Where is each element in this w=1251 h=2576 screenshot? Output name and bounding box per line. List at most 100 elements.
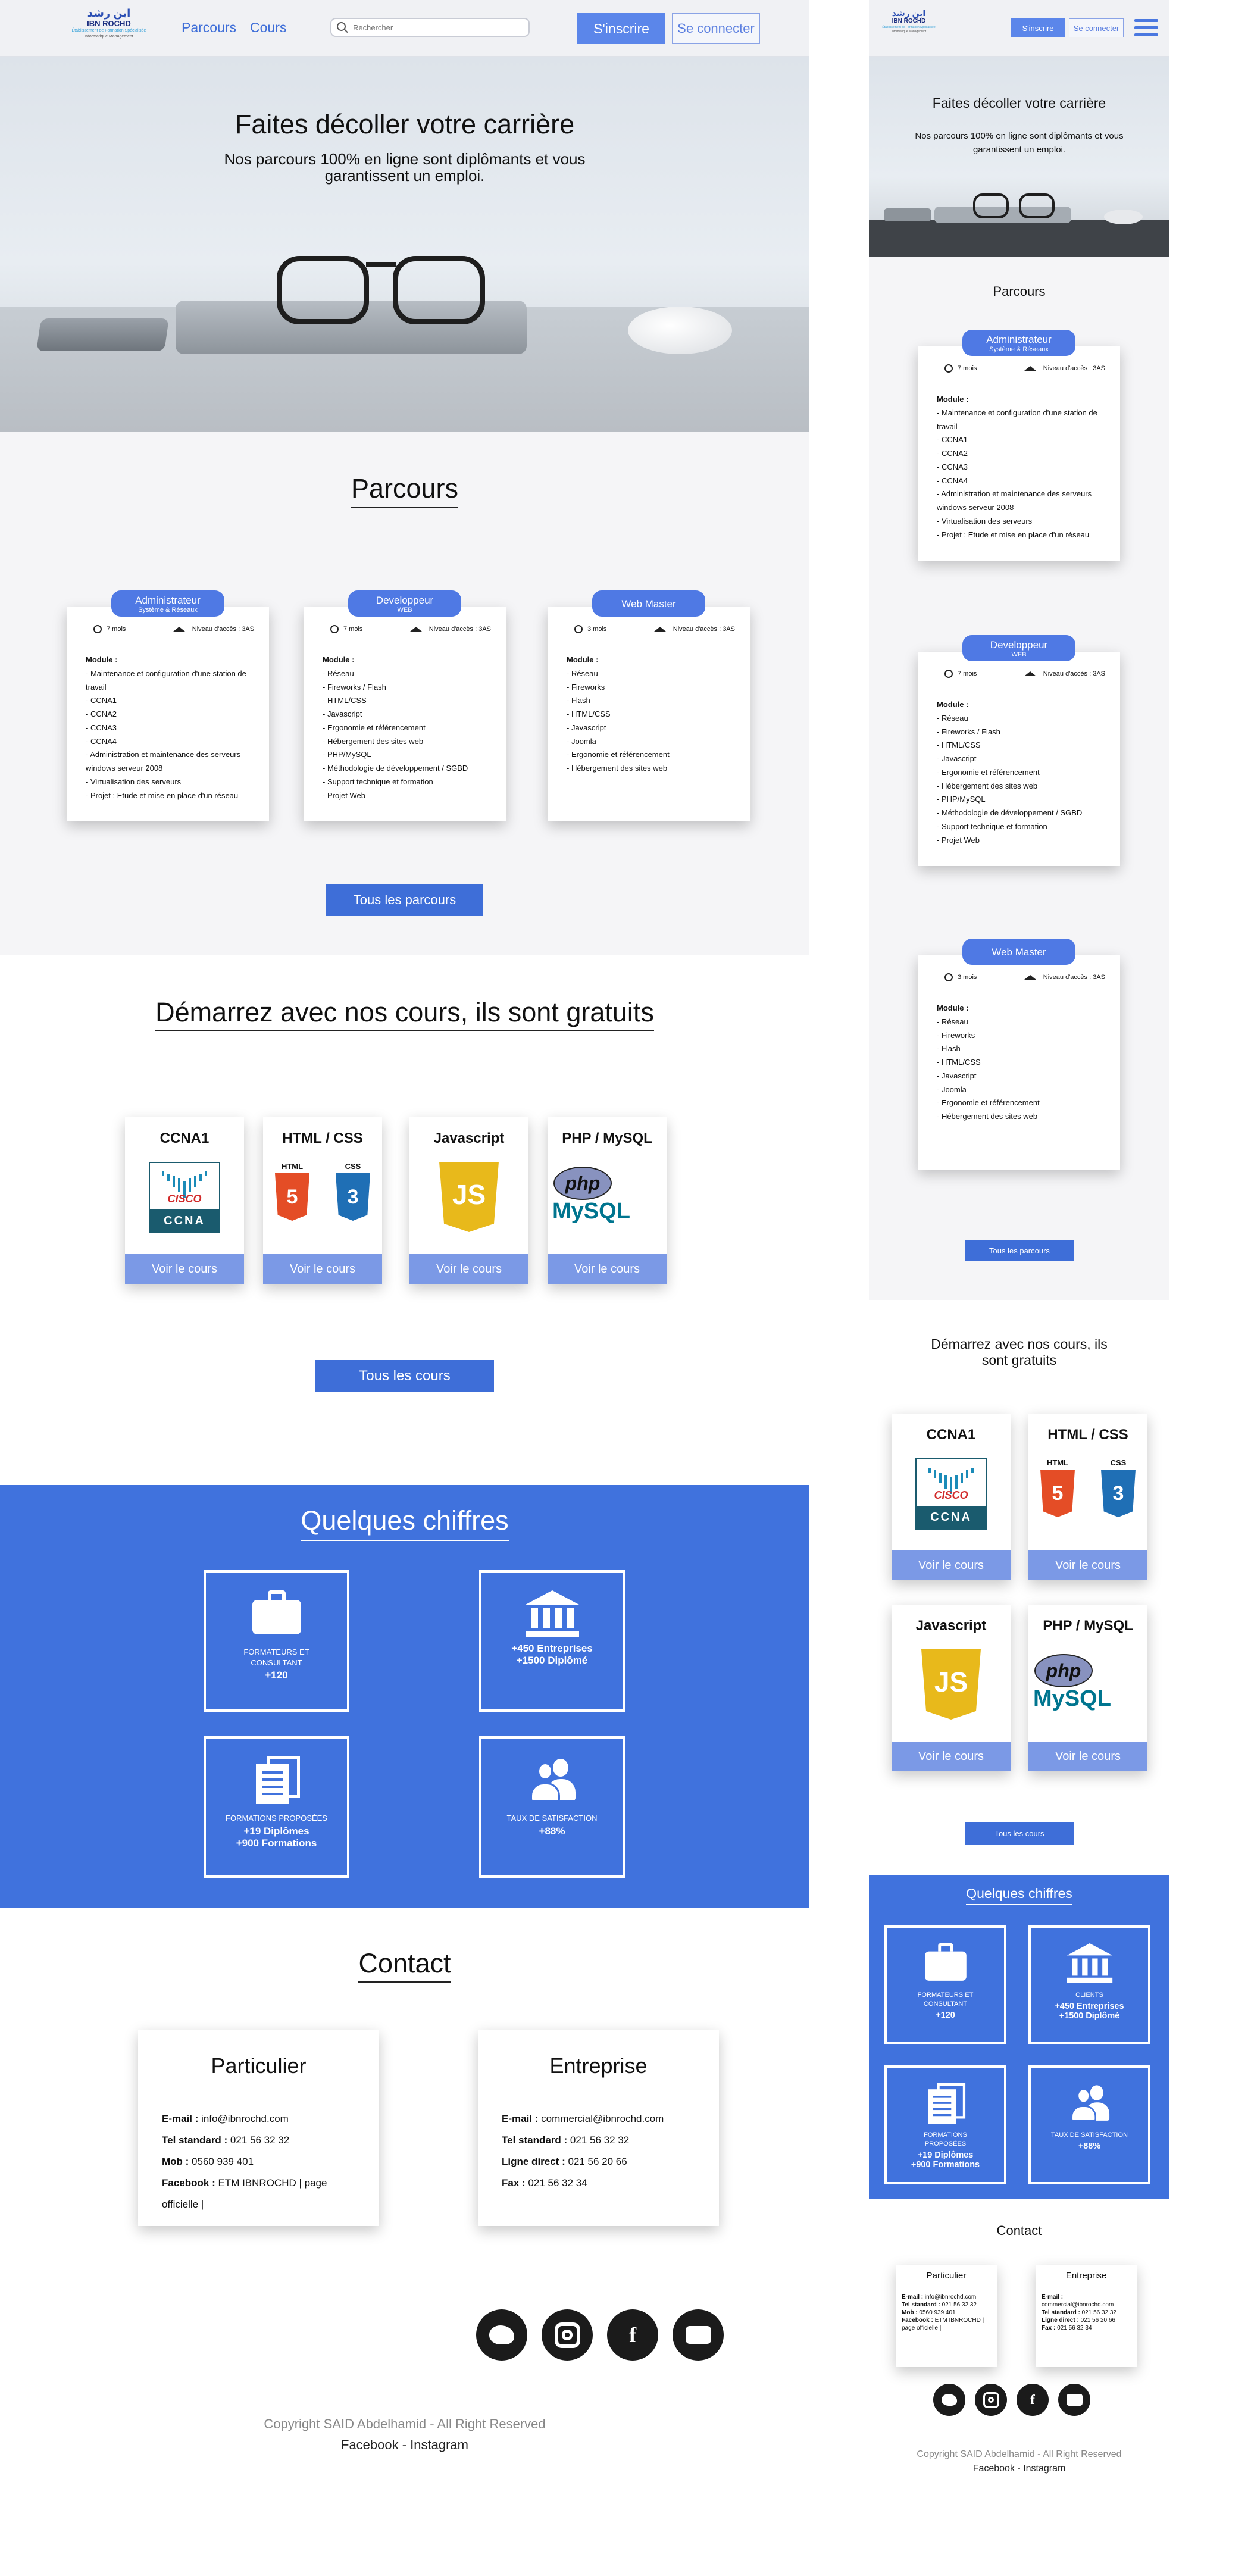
search-box[interactable]	[330, 18, 530, 37]
m-all-cours-button[interactable]: Tous les cours	[965, 1822, 1074, 1845]
m-course-card[interactable]: CCNA1 CISCO CCNA Voir le cours	[892, 1414, 1011, 1580]
html5-icon: HTML 5	[1039, 1458, 1076, 1530]
briefcase-body	[252, 1600, 301, 1634]
m-view-course-button[interactable]: Voir le cours	[1028, 1550, 1147, 1580]
m-footer-links[interactable]: Facebook - Instagram	[869, 2464, 1169, 2474]
m-contact-value[interactable]: 0560 939 401	[918, 2309, 955, 2316]
view-course-button[interactable]: Voir le cours	[409, 1254, 528, 1284]
documents-icon	[922, 2083, 968, 2124]
m-contact-value[interactable]: 021 56 32 32	[940, 2302, 977, 2308]
graduation-cap-icon	[173, 627, 185, 632]
m-level-value: Niveau d'accès : 3AS	[1043, 974, 1105, 981]
m-parcours-card-header[interactable]: Administrateur Système & Réseaux	[962, 330, 1075, 356]
contact-value[interactable]: 021 56 20 66	[565, 2156, 627, 2167]
contact-value[interactable]: 0560 939 401	[189, 2156, 254, 2167]
m-all-parcours-button[interactable]: Tous les parcours	[965, 1240, 1074, 1261]
parcours-card-header[interactable]: Web Master	[592, 590, 705, 617]
module-label: Module :	[323, 655, 355, 664]
m-hero-desk	[869, 220, 1169, 257]
course-card[interactable]: PHP / MySQL php MySQL Voir le cours	[548, 1117, 667, 1284]
view-course-button[interactable]: Voir le cours	[548, 1254, 667, 1284]
graduation-cap-icon	[1024, 366, 1036, 371]
facebook-icon[interactable]: f	[1017, 2384, 1049, 2416]
contact-value[interactable]: commercial@ibnrochd.com	[538, 2113, 664, 2124]
stat-value: +19 Diplômes	[243, 1825, 309, 1837]
m-signup-button[interactable]: S'inscrire	[1011, 18, 1065, 37]
doc-line	[933, 2101, 951, 2104]
m-view-course-button[interactable]: Voir le cours	[892, 1550, 1011, 1580]
m-course-card[interactable]: PHP / MySQL php MySQL Voir le cours	[1028, 1605, 1147, 1771]
view-course-button[interactable]: Voir le cours	[125, 1254, 244, 1284]
youtube-icon[interactable]	[1058, 2384, 1090, 2416]
contact-value[interactable]: 021 56 32 32	[567, 2134, 629, 2146]
m-parcours-card-header[interactable]: Web Master	[962, 939, 1075, 965]
stat-value-2: +900 Formations	[236, 1837, 317, 1849]
footer-links[interactable]: Facebook - Instagram	[0, 2437, 809, 2453]
m-view-course-button[interactable]: Voir le cours	[892, 1742, 1011, 1771]
contact-value[interactable]: 021 56 32 34	[526, 2177, 587, 2189]
stat-label: Taux de satisfaction	[506, 1814, 598, 1822]
m-parcours-card[interactable]: Administrateur Système & Réseaux 7 mois Niv…	[918, 330, 1120, 561]
stat-icon-wrap	[206, 1590, 347, 1641]
search-input[interactable]	[353, 21, 526, 34]
m-stat-label: Formateurs et consultant	[917, 1992, 974, 2008]
m-contact-value[interactable]: 021 56 32 32	[1080, 2309, 1116, 2316]
nav-parcours[interactable]: Parcours	[182, 20, 236, 36]
nav-cours[interactable]: Cours	[250, 20, 286, 36]
all-parcours-button[interactable]: Tous les parcours	[326, 884, 483, 916]
instagram-icon[interactable]	[542, 2309, 593, 2361]
twitter-icon[interactable]	[476, 2309, 527, 2361]
all-cours-button[interactable]: Tous les cours	[315, 1360, 494, 1392]
instagram-frame	[983, 2391, 999, 2408]
youtube-icon[interactable]	[673, 2309, 724, 2361]
m-parcours-card[interactable]: Web Master 3 mois Niveau d'accès : 3AS Modu…	[918, 939, 1120, 1170]
course-card[interactable]: Javascript JS Voir le cours	[409, 1117, 528, 1284]
parcours-card-header[interactable]: Administrateur Système & Réseaux	[111, 590, 224, 617]
course-card[interactable]: HTML / CSS HTML 5 CSS 3 Voir le cours	[263, 1117, 382, 1284]
hamburger-menu-icon[interactable]	[1134, 19, 1158, 37]
module-list: Module : - Réseau - Fireworks / Flash - HTM…	[323, 654, 493, 802]
contact-card-particulier: Particulier E-mail : info@ibnrochd.com Tel…	[138, 2030, 379, 2226]
roof	[1067, 1943, 1112, 1955]
m-login-button[interactable]: Se connecter	[1069, 18, 1124, 37]
logo[interactable]: ابن رشد IBN ROCHD Établissement de Forma…	[64, 7, 154, 49]
m-parcours-card-header[interactable]: Developpeur WEB	[962, 635, 1075, 661]
cisco-ccna-logo: CISCO CCNA	[149, 1162, 220, 1233]
facebook-icon[interactable]: f	[607, 2309, 658, 2361]
m-module-list: Module : - Maintenance et configuration d…	[937, 393, 1107, 542]
m-logo[interactable]: ابن رشد IBN ROCHD Établissement de Forma…	[876, 8, 942, 45]
m-contact-row: E-mail : info@ibnrochd.com	[902, 2293, 991, 2301]
m-contact-value[interactable]: 021 56 32 34	[1055, 2325, 1092, 2331]
m-parcours-card[interactable]: Developpeur WEB 7 mois Niveau d'accès : 3AS…	[918, 635, 1120, 866]
m-view-course-button[interactable]: Voir le cours	[1028, 1742, 1147, 1771]
signup-button[interactable]: S'inscrire	[577, 13, 665, 44]
m-level-value: Niveau d'accès : 3AS	[1043, 670, 1105, 677]
m-contact-value[interactable]: 021 56 20 66	[1079, 2317, 1115, 2324]
m-parcours-card-meta: 7 mois Niveau d'accès : 3AS	[944, 364, 1105, 373]
php-ellipse: php	[1034, 1654, 1093, 1687]
module-item: - Réseau	[323, 668, 354, 678]
parcours-card[interactable]: Developpeur WEB 7 mois Niveau d'accès : 3AS…	[304, 590, 506, 821]
m-course-card[interactable]: Javascript JS Voir le cours	[892, 1605, 1011, 1771]
login-button[interactable]: Se connecter	[672, 13, 760, 44]
contact-value[interactable]: info@ibnrochd.com	[198, 2113, 289, 2124]
html5-icon: HTML 5	[274, 1162, 311, 1233]
parcours-card[interactable]: Administrateur Système & Réseaux 7 mois Niv…	[67, 590, 269, 821]
m-parcours-card-title: Web Master	[992, 946, 1046, 958]
course-card[interactable]: CCNA1 CISCO CCNA Voir le cours	[125, 1117, 244, 1284]
parcours-card[interactable]: Web Master 3 mois Niveau d'accès : 3AS Modu…	[548, 590, 750, 821]
twitter-icon[interactable]	[933, 2384, 965, 2416]
m-contact-value[interactable]: commercial@ibnrochd.com	[1042, 2302, 1114, 2308]
instagram-icon[interactable]	[975, 2384, 1007, 2416]
logo-arabic: ابن رشد	[87, 7, 131, 19]
cisco-bar	[966, 1470, 968, 1478]
phone-image	[36, 318, 169, 351]
m-course-card[interactable]: HTML / CSS HTML 5 CSS 3 Voir le cours	[1028, 1414, 1147, 1580]
cisco-bar	[939, 1473, 942, 1483]
m-contact-row: Facebook : ETM IBNROCHD | page officiell…	[902, 2316, 991, 2332]
m-contact-value[interactable]: info@ibnrochd.com	[923, 2294, 976, 2300]
parcours-card-header[interactable]: Developpeur WEB	[348, 590, 461, 617]
view-course-button[interactable]: Voir le cours	[263, 1254, 382, 1284]
contact-value[interactable]: 021 56 32 32	[227, 2134, 289, 2146]
m-duration: 3 mois	[944, 973, 977, 981]
